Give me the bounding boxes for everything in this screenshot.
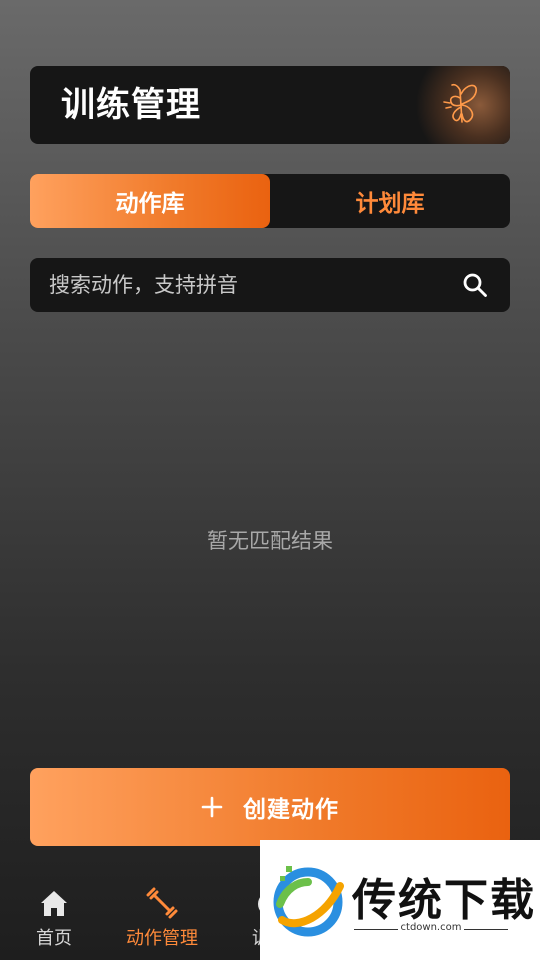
- watermark-logo-icon: [273, 866, 344, 937]
- butterfly-icon: [443, 83, 477, 123]
- watermark-overlay: 传统下载 ctdown.com: [260, 840, 540, 960]
- watermark-divider-left: [354, 929, 398, 930]
- search-input[interactable]: [30, 258, 450, 312]
- create-action-label: 创建动作: [243, 797, 339, 823]
- tab-plan-library[interactable]: 计划库: [270, 174, 510, 228]
- nav-item-action-management[interactable]: 动作管理: [112, 886, 212, 952]
- tab-action-library[interactable]: 动作库: [30, 174, 270, 228]
- search-icon[interactable]: [462, 272, 488, 298]
- page-title: 训练管理: [61, 85, 201, 125]
- home-icon: [41, 891, 67, 916]
- header-card: 训练管理: [30, 66, 510, 144]
- nav-item-home[interactable]: 首页: [4, 886, 104, 952]
- plus-icon: [201, 796, 223, 818]
- watermark-title: 传统下载: [352, 875, 536, 926]
- dumbbell-icon: [146, 887, 178, 919]
- nav-label-home: 首页: [36, 928, 72, 949]
- watermark-subtitle: ctdown.com: [400, 922, 462, 933]
- watermark-divider-right: [464, 929, 508, 930]
- search-bar: [30, 258, 510, 312]
- create-action-button[interactable]: 创建动作: [30, 768, 510, 846]
- library-tabs: 动作库 计划库: [30, 174, 510, 228]
- empty-state-text: 暂无匹配结果: [207, 529, 333, 553]
- nav-label-action-management: 动作管理: [126, 928, 198, 949]
